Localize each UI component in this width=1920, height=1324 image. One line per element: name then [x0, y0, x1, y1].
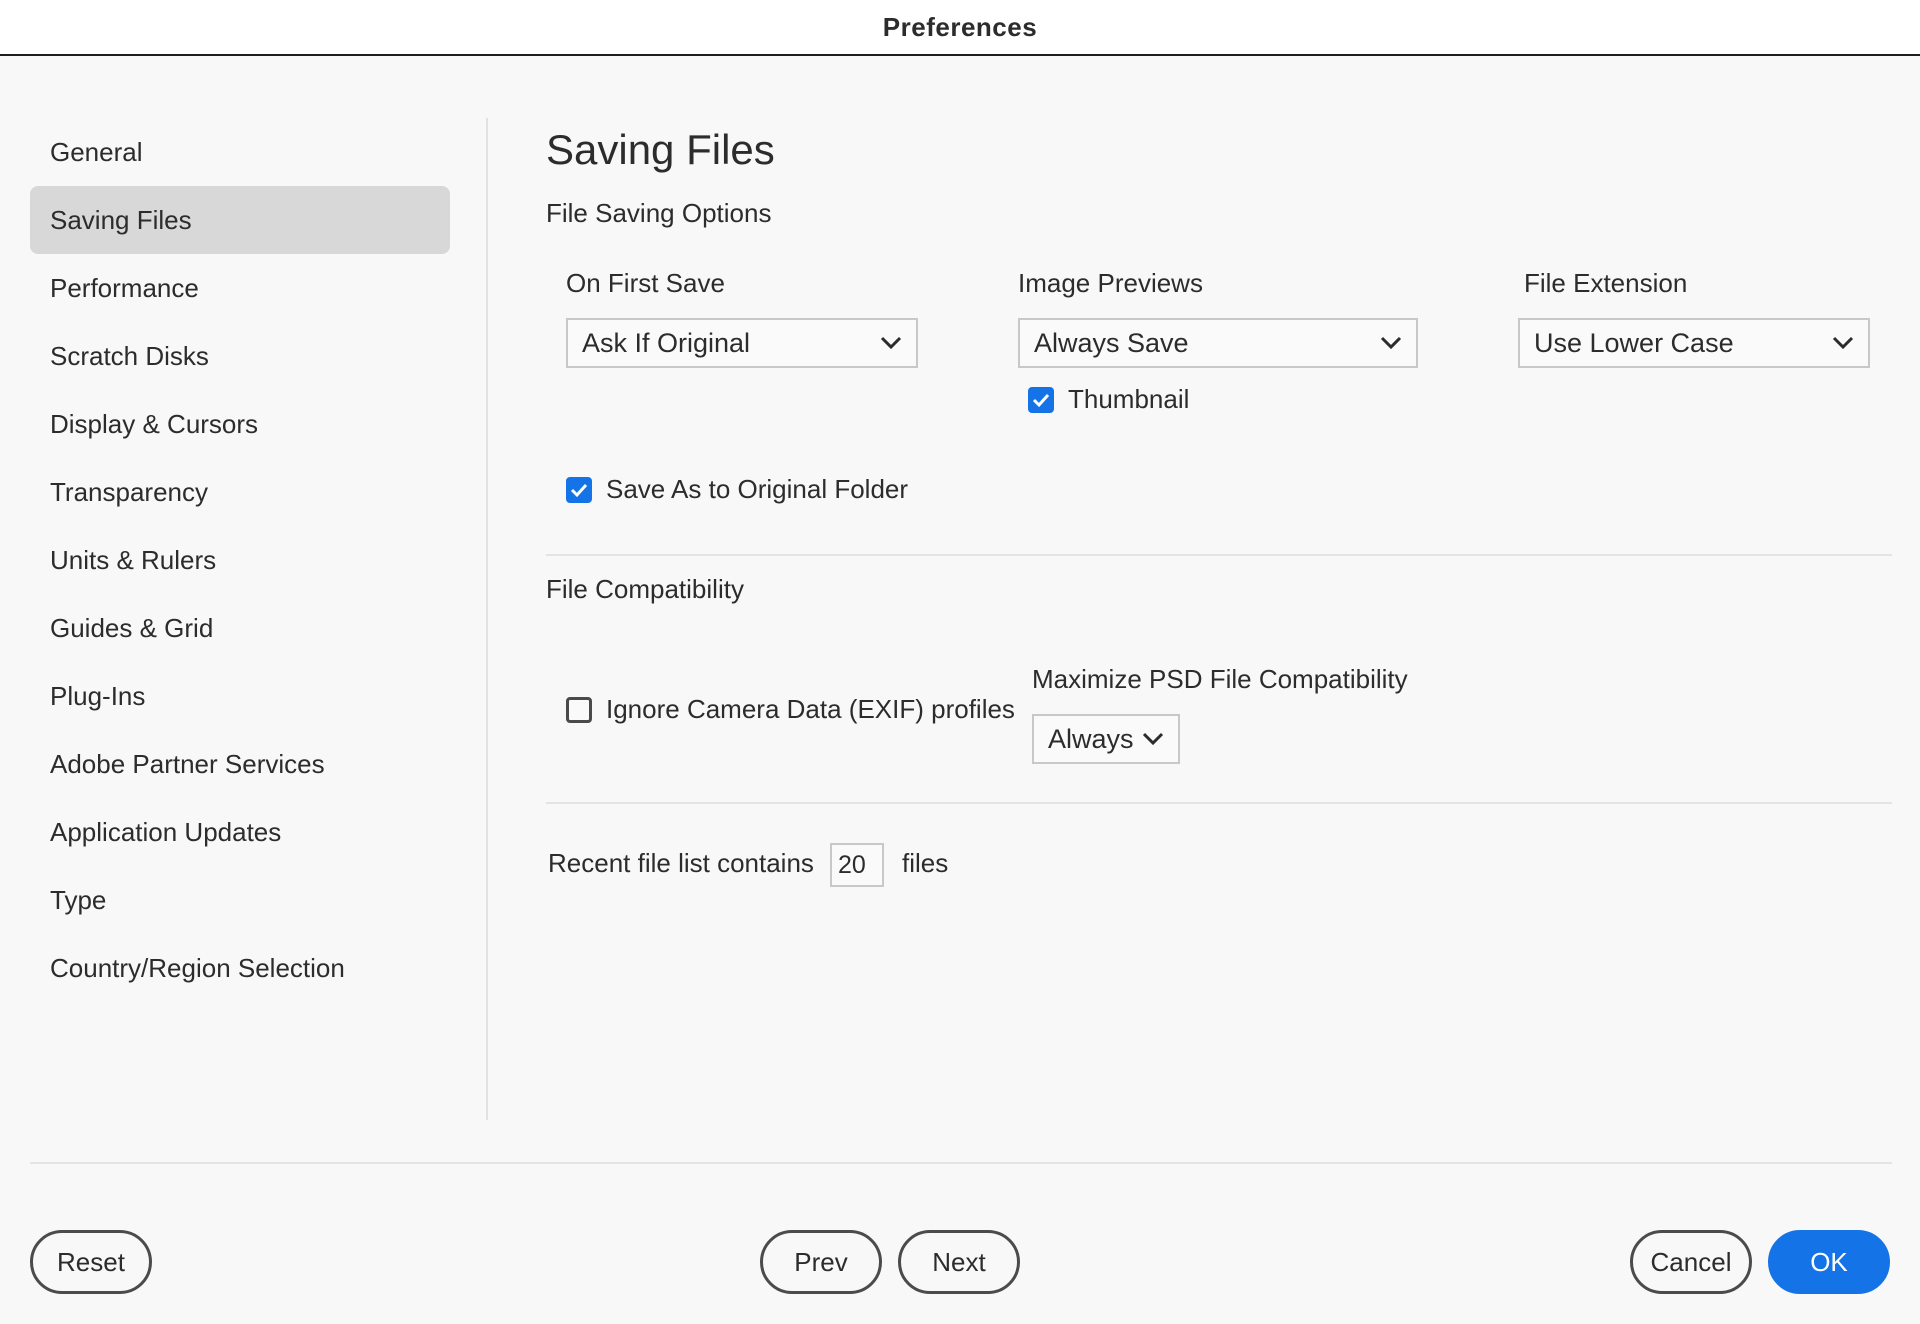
thumbnail-checkbox[interactable] [1028, 386, 1054, 413]
footer-divider [30, 1162, 1892, 1164]
page-title: Saving Files [546, 126, 775, 173]
section-divider [546, 802, 1892, 804]
sidebar-item-plug-ins[interactable]: Plug-Ins [30, 662, 450, 730]
sidebar: General Saving Files Performance Scratch… [30, 118, 450, 1002]
save-as-original-folder-checkbox[interactable] [566, 476, 592, 503]
chevron-down-icon [1380, 336, 1402, 350]
cancel-button[interactable]: Cancel [1630, 1230, 1752, 1294]
sidebar-item-transparency[interactable]: Transparency [30, 458, 450, 526]
checkmark-icon [1032, 393, 1050, 407]
sidebar-item-saving-files[interactable]: Saving Files [30, 186, 450, 254]
ignore-exif-label: Ignore Camera Data (EXIF) profiles [606, 694, 1015, 724]
checkmark-icon [570, 483, 588, 497]
next-button[interactable]: Next [898, 1230, 1020, 1294]
sidebar-item-scratch-disks[interactable]: Scratch Disks [30, 322, 450, 390]
sidebar-item-display-cursors[interactable]: Display & Cursors [30, 390, 450, 458]
recent-files-count-input[interactable]: 20 [830, 843, 884, 887]
chevron-down-icon [1832, 336, 1854, 350]
sidebar-item-units-rulers[interactable]: Units & Rulers [30, 526, 450, 594]
file-extension-select[interactable]: Use Lower Case [1518, 318, 1870, 368]
thumbnail-label: Thumbnail [1068, 384, 1190, 414]
chevron-down-icon [880, 336, 902, 350]
file-extension-value: Use Lower Case [1534, 327, 1734, 358]
maximize-psd-value: Always [1048, 723, 1134, 754]
thumbnail-option: Thumbnail [1028, 384, 1189, 415]
maximize-psd-label: Maximize PSD File Compatibility [1032, 664, 1408, 694]
sidebar-item-general[interactable]: General [30, 118, 450, 186]
ignore-exif-checkbox[interactable] [566, 696, 592, 723]
reset-button[interactable]: Reset [30, 1230, 152, 1294]
file-extension-label: File Extension [1524, 268, 1688, 298]
section-title-file-compatibility: File Compatibility [546, 574, 744, 604]
on-first-save-label: On First Save [566, 268, 725, 298]
save-as-original-folder-option: Save As to Original Folder [566, 474, 908, 505]
section-divider [546, 554, 1892, 556]
image-previews-label: Image Previews [1018, 268, 1203, 298]
sidebar-item-country-region[interactable]: Country/Region Selection [30, 934, 450, 1002]
ignore-exif-option: Ignore Camera Data (EXIF) profiles [566, 694, 1015, 725]
prev-button[interactable]: Prev [760, 1230, 882, 1294]
on-first-save-value: Ask If Original [582, 327, 751, 358]
section-title-file-saving-options: File Saving Options [546, 198, 772, 228]
maximize-psd-select[interactable]: Always [1032, 714, 1180, 764]
image-previews-value: Always Save [1034, 327, 1189, 358]
window-title: Preferences [882, 11, 1038, 42]
sidebar-item-performance[interactable]: Performance [30, 254, 450, 322]
sidebar-item-type[interactable]: Type [30, 866, 450, 934]
ok-button[interactable]: OK [1768, 1230, 1890, 1294]
save-as-original-folder-label: Save As to Original Folder [606, 474, 909, 504]
sidebar-item-guides-grid[interactable]: Guides & Grid [30, 594, 450, 662]
sidebar-divider [486, 118, 488, 1120]
on-first-save-select[interactable]: Ask If Original [566, 318, 918, 368]
sidebar-item-adobe-partner-services[interactable]: Adobe Partner Services [30, 730, 450, 798]
recent-files-prefix: Recent file list contains [548, 848, 814, 878]
image-previews-select[interactable]: Always Save [1018, 318, 1418, 368]
recent-files-suffix: files [902, 848, 949, 878]
chevron-down-icon [1142, 732, 1164, 746]
sidebar-item-application-updates[interactable]: Application Updates [30, 798, 450, 866]
window-titlebar: Preferences [0, 0, 1920, 56]
